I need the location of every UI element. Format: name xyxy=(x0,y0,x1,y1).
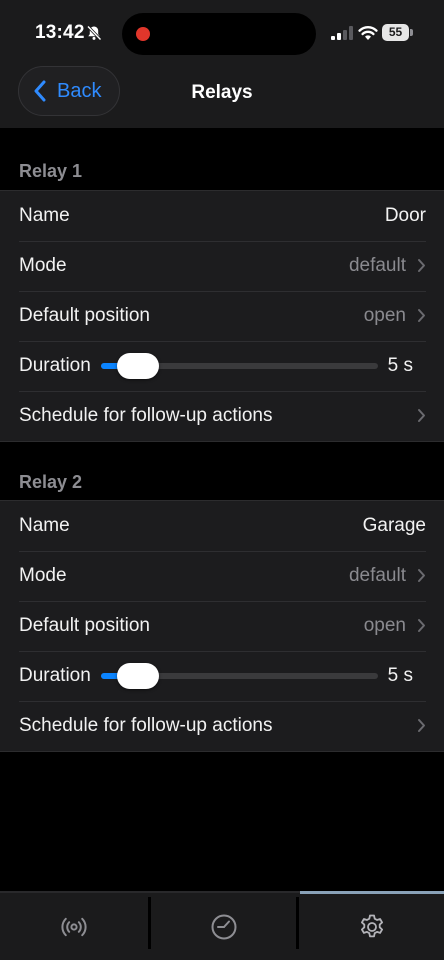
broadcast-icon xyxy=(61,917,87,936)
name-label: Name xyxy=(19,515,70,536)
mode-label: Mode xyxy=(19,565,67,586)
relay-1-mode-row[interactable]: Mode default xyxy=(0,241,444,291)
relay-2-mode-row[interactable]: Mode default xyxy=(0,551,444,601)
slider-thumb[interactable] xyxy=(117,353,159,379)
wifi-icon xyxy=(358,26,378,40)
relay-2-schedule-row[interactable]: Schedule for follow-up actions xyxy=(0,701,444,751)
duration-slider[interactable] xyxy=(101,353,378,379)
default-position-value: open xyxy=(363,615,406,636)
name-value: Door xyxy=(384,205,426,226)
relay-1-default-position-row[interactable]: Default position open xyxy=(0,291,444,341)
cellular-signal-icon xyxy=(331,26,353,40)
name-label: Name xyxy=(19,205,70,226)
duration-label: Duration xyxy=(19,355,91,376)
duration-slider[interactable] xyxy=(101,663,378,689)
relay-1-header: Relay 1 xyxy=(19,161,83,181)
relay-2-duration-row: Duration 5 s xyxy=(0,651,444,701)
relay-2-group: Name Garage Mode default Default positio… xyxy=(0,500,444,752)
battery-indicator: 55 xyxy=(382,24,409,41)
gauge-icon xyxy=(211,914,237,939)
default-position-value: open xyxy=(363,305,406,326)
relays-screen: 13:42 55 Back Relays Relay 1 Name Door M… xyxy=(0,0,444,960)
relay-1-group: Name Door Mode default Default position … xyxy=(0,190,444,442)
page-title: Relays xyxy=(191,82,253,103)
relay-2-name-row[interactable]: Name Garage xyxy=(0,501,444,551)
schedule-label: Schedule for follow-up actions xyxy=(19,405,273,426)
default-position-label: Default position xyxy=(19,615,150,636)
status-bar: 13:42 55 xyxy=(0,0,444,60)
duration-label: Duration xyxy=(19,665,91,686)
schedule-label: Schedule for follow-up actions xyxy=(19,715,273,736)
settings-gear-icon xyxy=(361,914,383,937)
tab-live[interactable] xyxy=(0,893,148,960)
name-value: Garage xyxy=(362,515,426,536)
tab-bar xyxy=(0,891,444,960)
relay-2-default-position-row[interactable]: Default position open xyxy=(0,601,444,651)
relay-2-header: Relay 2 xyxy=(19,472,83,492)
mode-value: default xyxy=(348,255,406,276)
navigation-bar: Back Relays xyxy=(0,60,444,128)
relay-1-schedule-row[interactable]: Schedule for follow-up actions xyxy=(0,391,444,441)
battery-tip xyxy=(410,29,413,36)
bell-muted-icon xyxy=(86,25,102,41)
relay-1-duration-row: Duration 5 s xyxy=(0,341,444,391)
mode-label: Mode xyxy=(19,255,67,276)
recording-indicator-icon xyxy=(136,27,150,41)
chevron-right-icon xyxy=(418,409,425,422)
duration-value: 5 s xyxy=(387,355,413,376)
dynamic-island xyxy=(122,13,316,55)
chevron-right-icon xyxy=(418,719,425,732)
slider-thumb[interactable] xyxy=(117,663,159,689)
relay-1-name-row[interactable]: Name Door xyxy=(0,191,444,241)
mode-value: default xyxy=(348,565,406,586)
duration-value: 5 s xyxy=(387,665,413,686)
chevron-right-icon xyxy=(418,569,425,582)
tab-settings[interactable] xyxy=(298,893,444,960)
default-position-label: Default position xyxy=(19,305,150,326)
chevron-right-icon xyxy=(418,259,425,272)
chevron-right-icon xyxy=(418,619,425,632)
status-time: 13:42 xyxy=(35,22,85,43)
tab-history[interactable] xyxy=(150,893,298,960)
chevron-right-icon xyxy=(418,309,425,322)
